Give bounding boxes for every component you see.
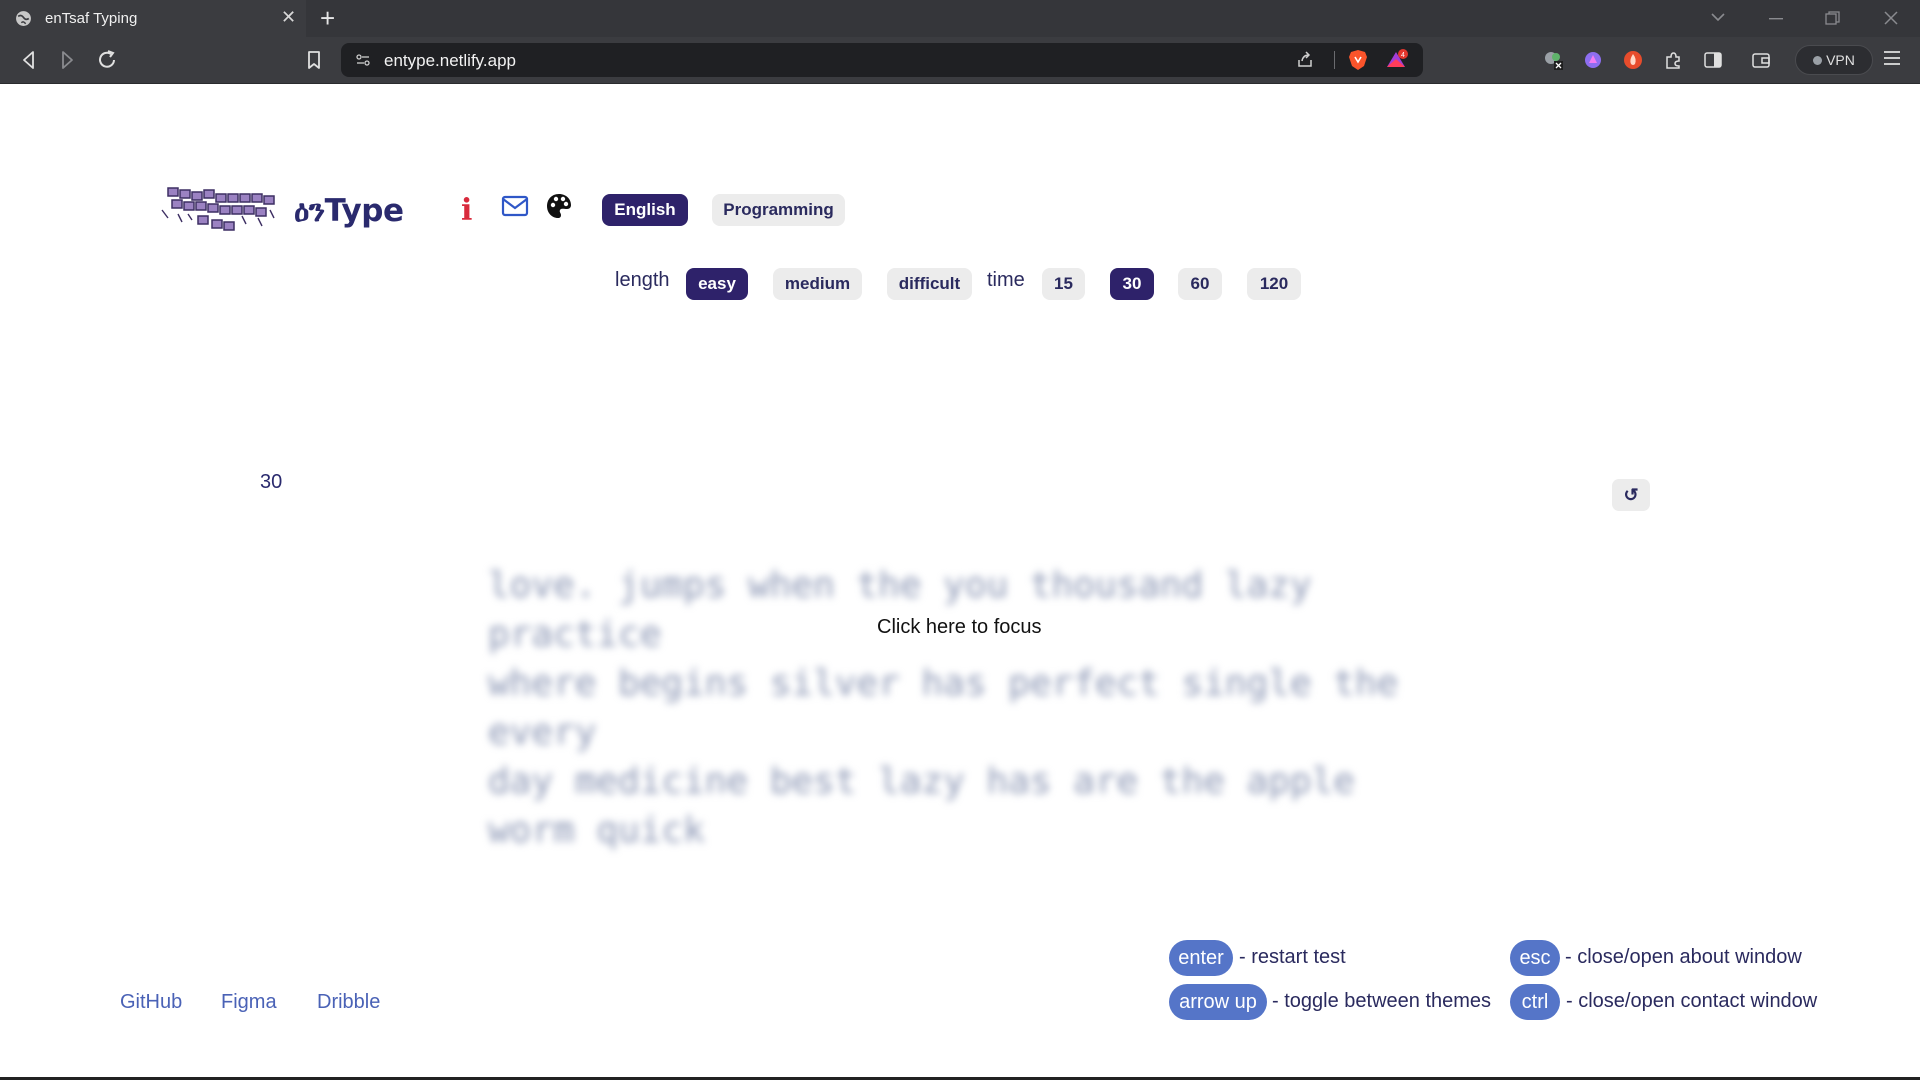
browser-toolbar: entype.netlify.app 4 VPN <box>0 37 1920 84</box>
palette-icon[interactable] <box>545 192 573 220</box>
ctrl-shortcut-desc: - close/open contact window <box>1566 990 1818 1012</box>
language-programming-button[interactable]: Programming <box>712 194 845 226</box>
page: ዕንType i English Programming length easy… <box>0 84 1920 1080</box>
close-window-icon[interactable] <box>1883 10 1899 26</box>
new-tab-button[interactable]: + <box>320 3 335 34</box>
url-text: entype.netlify.app <box>384 51 516 70</box>
arrow-up-shortcut-desc: - toggle between themes <box>1272 990 1492 1012</box>
length-medium-button[interactable]: medium <box>773 268 862 300</box>
time-label: time <box>987 269 1025 291</box>
time-30-button[interactable]: 30 <box>1110 268 1154 300</box>
word-line: love. jumps when the you thousand lazy p… <box>488 565 1312 655</box>
brave-rewards-icon[interactable]: 4 <box>1384 49 1408 71</box>
timer-display: 30 <box>260 471 283 493</box>
focus-prompt[interactable]: Click here to focus <box>877 616 1042 639</box>
vpn-label: VPN <box>1826 52 1855 68</box>
time-120-button[interactable]: 120 <box>1247 268 1301 300</box>
typing-words[interactable]: love. jumps when the you thousand lazy p… <box>488 561 1448 855</box>
tab-title: enTsaf Typing <box>45 10 138 27</box>
address-bar[interactable]: entype.netlify.app 4 <box>341 43 1423 77</box>
vpn-status-dot <box>1813 56 1823 65</box>
arrow-up-key-badge: arrow up <box>1169 984 1267 1020</box>
time-15-button[interactable]: 15 <box>1042 268 1085 300</box>
esc-key-badge: esc <box>1510 940 1560 976</box>
enter-key-badge: enter <box>1169 940 1233 976</box>
extension-cloud-icon[interactable] <box>1542 49 1564 71</box>
url-divider <box>1334 51 1335 69</box>
browser-tab-bar: enTsaf Typing ✕ + <box>0 0 1920 37</box>
dribble-link[interactable]: Dribble <box>317 991 380 1014</box>
browser-tab[interactable]: enTsaf Typing ✕ <box>0 0 306 37</box>
extension-flame-icon[interactable] <box>1622 49 1644 71</box>
brand-title: ዕንType <box>294 193 404 229</box>
logo <box>161 187 275 231</box>
sidebar-toggle-icon[interactable] <box>1702 49 1724 71</box>
language-english-button[interactable]: English <box>602 194 688 226</box>
share-icon[interactable] <box>1296 51 1314 69</box>
word-line: where begins silver has perfect single t… <box>488 663 1399 753</box>
github-link[interactable]: GitHub <box>120 991 182 1014</box>
mail-icon[interactable] <box>501 195 529 217</box>
length-difficult-button[interactable]: difficult <box>887 268 972 300</box>
figma-link[interactable]: Figma <box>221 991 277 1014</box>
word-line: day medicine best lazy has are the apple… <box>488 761 1355 851</box>
vpn-button[interactable]: VPN <box>1795 45 1873 75</box>
back-icon[interactable] <box>16 47 42 73</box>
restart-button[interactable]: ↺ <box>1612 479 1650 511</box>
rewards-count: 4 <box>1401 52 1405 59</box>
site-info-icon[interactable] <box>355 52 371 68</box>
extension-gem-icon[interactable] <box>1582 49 1604 71</box>
tab-close-icon[interactable]: ✕ <box>281 7 296 28</box>
extensions-puzzle-icon[interactable] <box>1662 49 1684 71</box>
ctrl-key-badge: ctrl <box>1510 984 1560 1020</box>
enter-shortcut-desc: - restart test <box>1239 946 1346 968</box>
bookmark-icon[interactable] <box>301 47 327 73</box>
forward-icon[interactable] <box>54 47 80 73</box>
wallet-icon[interactable] <box>1750 49 1772 71</box>
length-label: length <box>615 269 670 291</box>
minimize-icon[interactable] <box>1768 17 1784 21</box>
restore-icon[interactable] <box>1825 11 1840 26</box>
info-icon[interactable]: i <box>461 193 472 228</box>
brave-shields-icon[interactable] <box>1346 48 1370 72</box>
length-easy-button[interactable]: easy <box>686 268 748 300</box>
time-60-button[interactable]: 60 <box>1178 268 1222 300</box>
globe-icon <box>16 11 31 26</box>
reload-icon[interactable] <box>94 47 120 73</box>
tab-list-chevron-icon[interactable] <box>1710 11 1726 23</box>
browser-menu-icon[interactable] <box>1882 48 1902 68</box>
esc-shortcut-desc: - close/open about window <box>1565 946 1802 968</box>
